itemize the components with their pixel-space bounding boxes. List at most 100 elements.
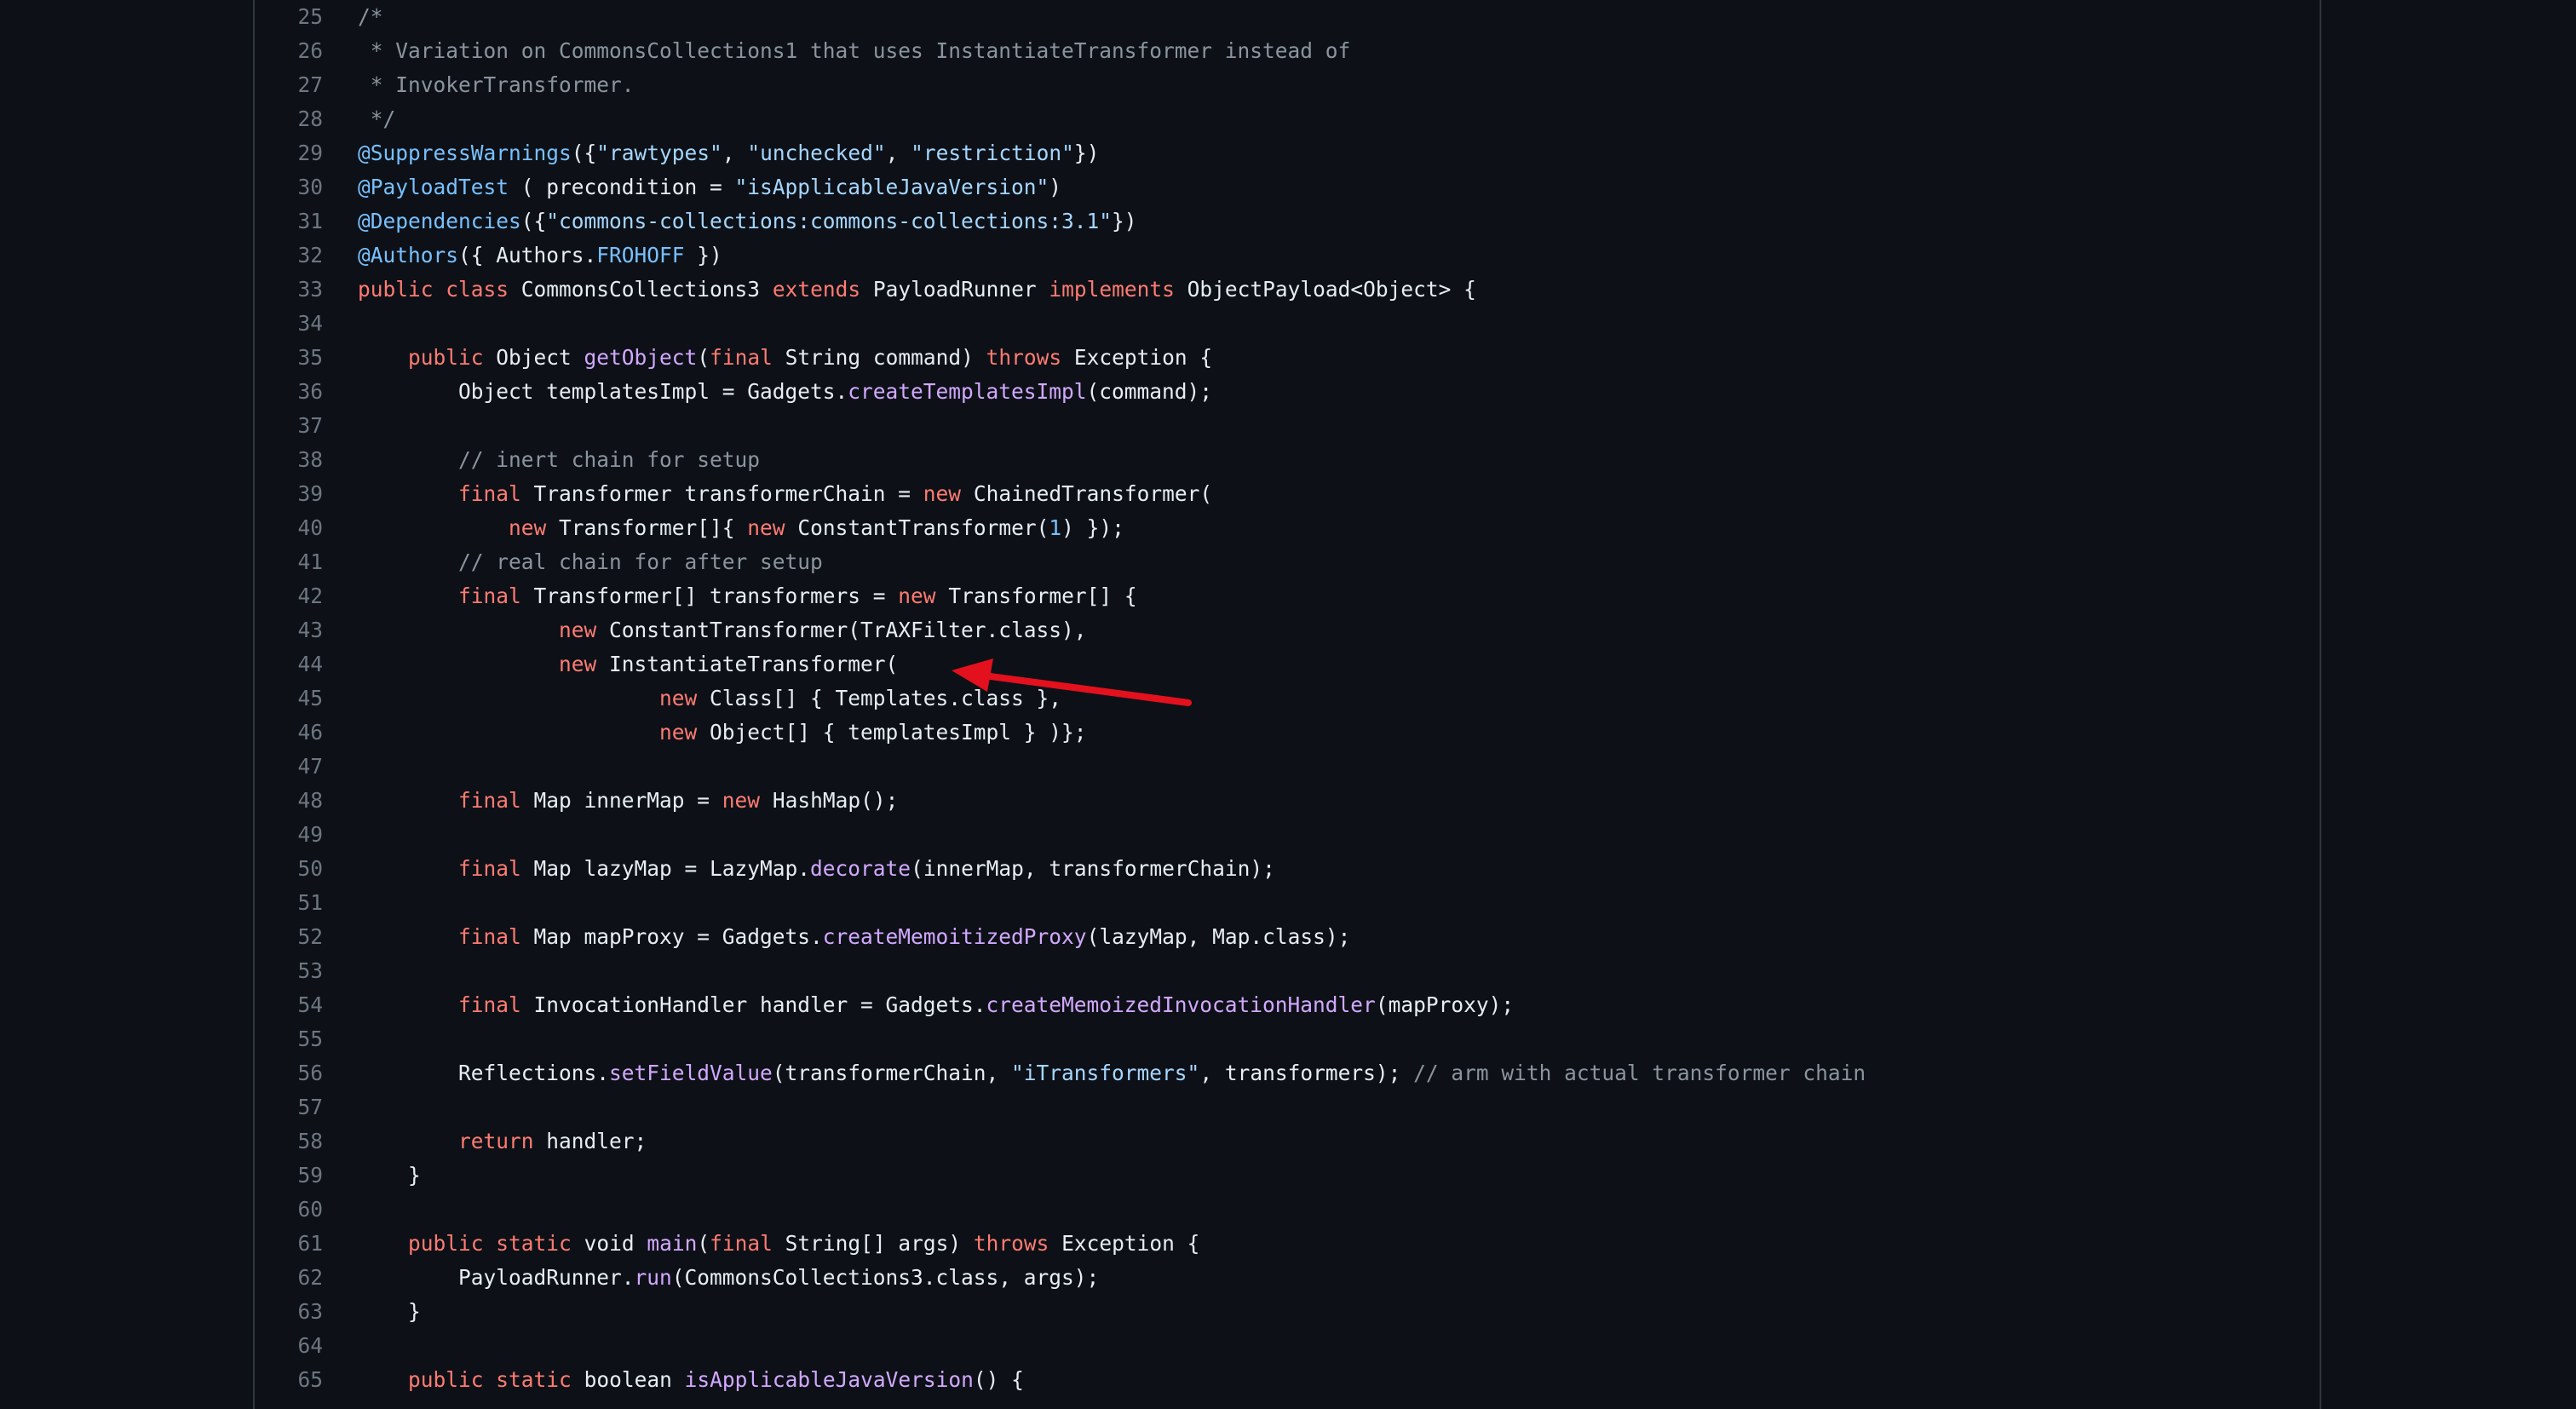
- code-line: 26 * Variation on CommonsCollections1 th…: [255, 34, 2320, 68]
- code-token: ConstantTransformer(TrAXFilter.class),: [596, 618, 1087, 642]
- code-token: void: [571, 1231, 647, 1256]
- line-content: @Dependencies({"commons-collections:comm…: [358, 204, 1137, 239]
- code-token: ,: [885, 141, 911, 165]
- line-number[interactable]: 58: [255, 1124, 323, 1159]
- code-token: ) });: [1061, 515, 1124, 540]
- code-token: "commons-collections:commons-collections…: [546, 209, 1113, 233]
- line-number[interactable]: 51: [255, 886, 323, 920]
- line-number[interactable]: 41: [255, 545, 323, 579]
- line-number[interactable]: 30: [255, 170, 323, 204]
- code-line: 41 // real chain for after setup: [255, 545, 2320, 579]
- code-token: "isApplicableJavaVersion": [734, 175, 1049, 199]
- code-token: isApplicableJavaVersion: [684, 1367, 974, 1392]
- line-content: }: [358, 1295, 421, 1329]
- line-number[interactable]: 48: [255, 784, 323, 818]
- line-number[interactable]: 39: [255, 477, 323, 511]
- line-number[interactable]: 27: [255, 68, 323, 102]
- line-number[interactable]: 25: [255, 0, 323, 34]
- line-number[interactable]: 56: [255, 1056, 323, 1090]
- line-content: final Transformer[] transformers = new T…: [358, 579, 1137, 613]
- line-number[interactable]: 31: [255, 204, 323, 239]
- line-number[interactable]: 45: [255, 681, 323, 716]
- line-number[interactable]: 37: [255, 409, 323, 443]
- line-number[interactable]: 54: [255, 988, 323, 1022]
- code-token: /*: [358, 4, 383, 29]
- line-content: @PayloadTest ( precondition = "isApplica…: [358, 170, 1061, 204]
- line-number[interactable]: 47: [255, 750, 323, 784]
- line-content: final Map mapProxy = Gadgets.createMemoi…: [358, 920, 1350, 954]
- line-number[interactable]: 64: [255, 1329, 323, 1363]
- code-token: ( precondition =: [509, 175, 735, 199]
- line-number[interactable]: 33: [255, 273, 323, 307]
- line-content: @SuppressWarnings({"rawtypes", "unchecke…: [358, 136, 1099, 170]
- code-line: 65 public static boolean isApplicableJav…: [255, 1363, 2320, 1397]
- code-token: // real chain for after setup: [458, 549, 823, 574]
- line-number[interactable]: 53: [255, 954, 323, 988]
- line-number[interactable]: 43: [255, 613, 323, 647]
- line-number[interactable]: 62: [255, 1261, 323, 1295]
- code-token: Reflections.: [358, 1061, 610, 1085]
- code-line: 43 new ConstantTransformer(TrAXFilter.cl…: [255, 613, 2320, 647]
- code-token: final: [458, 481, 521, 506]
- code-line: 50 final Map lazyMap = LazyMap.decorate(…: [255, 852, 2320, 886]
- code-token: final: [458, 584, 521, 608]
- line-number[interactable]: 63: [255, 1295, 323, 1329]
- line-number[interactable]: 34: [255, 307, 323, 341]
- line-number[interactable]: 57: [255, 1090, 323, 1124]
- line-number[interactable]: 59: [255, 1159, 323, 1193]
- code-token: (: [697, 1231, 710, 1256]
- line-number[interactable]: 28: [255, 102, 323, 136]
- code-line: 55: [255, 1022, 2320, 1056]
- line-number[interactable]: 36: [255, 375, 323, 409]
- code-token: getObject: [584, 345, 698, 370]
- line-number[interactable]: 60: [255, 1193, 323, 1227]
- code-token: ConstantTransformer(: [785, 515, 1049, 540]
- code-token: Object templatesImpl = Gadgets.: [358, 379, 848, 404]
- code-token: static: [496, 1367, 572, 1392]
- line-number[interactable]: 50: [255, 852, 323, 886]
- code-line: 61 public static void main(final String[…: [255, 1227, 2320, 1261]
- line-number[interactable]: 52: [255, 920, 323, 954]
- line-content: final Map lazyMap = LazyMap.decorate(inn…: [358, 852, 1275, 886]
- line-number[interactable]: 38: [255, 443, 323, 477]
- line-number[interactable]: 40: [255, 511, 323, 545]
- code-token: PayloadRunner.: [358, 1265, 635, 1290]
- code-token: main: [647, 1231, 698, 1256]
- line-number[interactable]: 55: [255, 1022, 323, 1056]
- line-number[interactable]: 46: [255, 716, 323, 750]
- line-number[interactable]: 29: [255, 136, 323, 170]
- line-number[interactable]: 61: [255, 1227, 323, 1261]
- code-line: 35 public Object getObject(final String …: [255, 341, 2320, 375]
- code-listing[interactable]: 25 /* 26 * Variation on CommonsCollections…: [255, 0, 2320, 1397]
- line-number[interactable]: 35: [255, 341, 323, 375]
- code-line: 29 @SuppressWarnings({"rawtypes", "unchec…: [255, 136, 2320, 170]
- code-token: String[] args): [772, 1231, 974, 1256]
- code-token: CommonsCollections3: [509, 277, 773, 302]
- line-content: public class CommonsCollections3 extends…: [358, 273, 1476, 307]
- code-token: boolean: [571, 1367, 685, 1392]
- line-content: public static void main(final String[] a…: [358, 1227, 1199, 1261]
- line-number[interactable]: 26: [255, 34, 323, 68]
- line-content: PayloadRunner.run(CommonsCollections3.cl…: [358, 1261, 1099, 1295]
- line-content: public static boolean isApplicableJavaVe…: [358, 1363, 1024, 1397]
- line-number[interactable]: 32: [255, 239, 323, 273]
- line-number[interactable]: 65: [255, 1363, 323, 1397]
- code-token: final: [458, 924, 521, 949]
- code-token: final: [710, 345, 773, 370]
- code-token: */: [358, 106, 396, 131]
- code-token: (CommonsCollections3.class, args);: [671, 1265, 1100, 1290]
- line-number[interactable]: 44: [255, 647, 323, 681]
- code-line: 30 @PayloadTest ( precondition = "isAppli…: [255, 170, 2320, 204]
- code-token: * Variation on CommonsCollections1 that …: [358, 38, 1351, 63]
- code-token: Object[] { templatesImpl } )};: [697, 720, 1087, 745]
- line-number[interactable]: 49: [255, 818, 323, 852]
- line-number[interactable]: 42: [255, 579, 323, 613]
- line-content: new ConstantTransformer(TrAXFilter.class…: [358, 613, 1087, 647]
- line-content: /*: [358, 0, 383, 34]
